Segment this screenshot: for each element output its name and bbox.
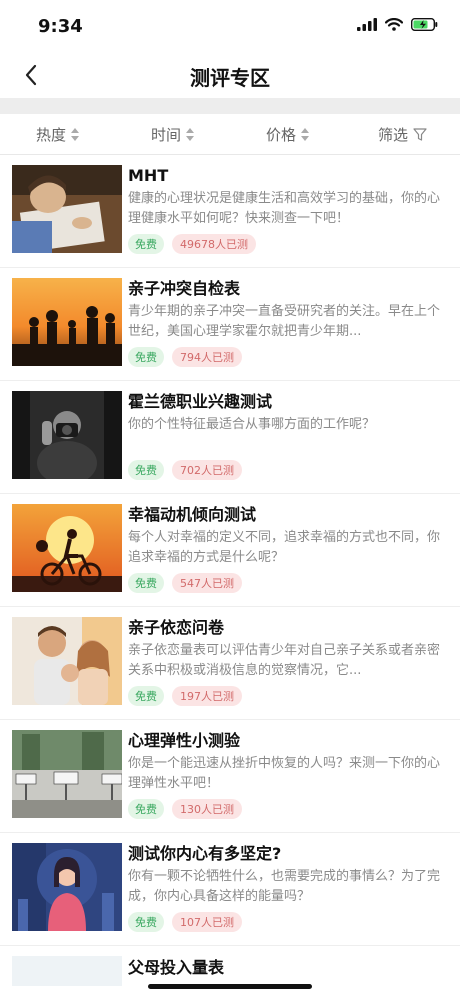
list-item[interactable]: 霍兰德职业兴趣测试 你的个性特征最适合从事哪方面的工作呢？ 免费 702人已测: [0, 381, 460, 494]
woman-illustration: [12, 843, 122, 931]
list-item[interactable]: 父母投入量表: [0, 946, 460, 986]
free-badge: 免费: [128, 460, 164, 480]
item-title: 亲子冲突自检表: [128, 279, 241, 298]
child-writing-photo: [12, 165, 122, 253]
filter-time[interactable]: 时间: [115, 124, 230, 145]
sort-icon: [186, 127, 194, 141]
status-time: 9:34: [38, 16, 83, 37]
list-item[interactable]: 亲子冲突自检表 青少年期的亲子冲突一直备受研究者的关注。早在上个世纪，美国心理学…: [0, 268, 460, 381]
item-title: 父母投入量表: [128, 958, 225, 977]
item-description: 你有一颗不论牺牲什么，也需要完成的事情么？为了完成，你内心具备这样的能量吗？: [128, 869, 441, 904]
filter-label: 价格: [265, 125, 296, 144]
list-item[interactable]: 亲子依恋问卷 亲子依恋量表可以评估青少年对自己亲子关系或者亲密关系中积极或消极信…: [0, 607, 460, 720]
item-title: 心理弹性小测验: [128, 731, 241, 750]
free-badge: 免费: [128, 347, 164, 367]
tested-count-badge: 130人已测: [172, 799, 242, 819]
navigation-bar: 测评专区: [0, 52, 460, 98]
tested-count-badge: 794人已测: [172, 347, 242, 367]
free-badge: 免费: [128, 573, 164, 593]
street-signs-photo: [12, 730, 122, 818]
tested-count-badge: 547人已测: [172, 573, 242, 593]
tested-count-badge: 49678人已测: [172, 234, 256, 254]
sunset-silhouette-photo: [12, 278, 122, 366]
item-description: 你的个性特征最适合从事哪方面的工作呢？: [128, 417, 376, 432]
sort-icon: [301, 127, 309, 141]
thumbnail-image: [12, 956, 122, 986]
list-item[interactable]: 心理弹性小测验 你是一个能迅速从挫折中恢复的人吗？来测一下你的心理弹性水平吧！ …: [0, 720, 460, 833]
filter-popularity[interactable]: 热度: [0, 124, 115, 145]
battery-charging-icon: [411, 18, 438, 31]
item-title: 亲子依恋问卷: [128, 618, 225, 637]
assessment-list: MHT 健康的心理状况是健康生活和高效学习的基础，你的心理健康水平如何呢？快来测…: [0, 155, 460, 986]
filter-label: 热度: [35, 125, 66, 144]
tested-count-badge: 702人已测: [172, 460, 242, 480]
family-photo: [12, 617, 122, 705]
item-description: 亲子依恋量表可以评估青少年对自己亲子关系或者亲密关系中积极或消极信息的觉察情况，…: [128, 643, 441, 678]
sort-icon: [71, 127, 79, 141]
filter-bar: 热度 时间 价格 筛选: [0, 114, 460, 155]
free-badge: 免费: [128, 686, 164, 706]
free-badge: 免费: [128, 234, 164, 254]
filter-label: 筛选: [377, 125, 408, 144]
tested-count-badge: 107人已测: [172, 912, 242, 932]
free-badge: 免费: [128, 799, 164, 819]
filter-screen[interactable]: 筛选: [345, 124, 460, 145]
item-description: 青少年期的亲子冲突一直备受研究者的关注。早在上个世纪，美国心理学家霍尔就把青少年…: [128, 304, 441, 339]
filter-price[interactable]: 价格: [230, 124, 345, 145]
page-title: 测评专区: [190, 66, 270, 90]
item-description: 你是一个能迅速从挫折中恢复的人吗？来测一下你的心理弹性水平吧！: [128, 756, 441, 791]
cycling-sunset-photo: [12, 504, 122, 592]
free-badge: 免费: [128, 912, 164, 932]
funnel-icon: [413, 127, 427, 141]
item-title: 测试你内心有多坚定?: [128, 844, 282, 863]
tested-count-badge: 197人已测: [172, 686, 242, 706]
item-description: 健康的心理状况是健康生活和高效学习的基础，你的心理健康水平如何呢？快来测查一下吧…: [128, 191, 441, 226]
section-divider: [0, 98, 460, 114]
item-title: MHT: [128, 166, 169, 185]
filter-label: 时间: [150, 125, 181, 144]
list-item[interactable]: 幸福动机倾向测试 每个人对幸福的定义不同，追求幸福的方式也不同，你追求幸福的方式…: [0, 494, 460, 607]
signal-icon: [357, 18, 377, 31]
home-indicator: [148, 984, 312, 989]
photographer-photo: [12, 391, 122, 479]
status-icons: [357, 18, 438, 31]
item-title: 幸福动机倾向测试: [128, 505, 257, 524]
item-description: 每个人对幸福的定义不同，追求幸福的方式也不同，你追求幸福的方式是什么呢？: [128, 530, 441, 565]
list-item[interactable]: 测试你内心有多坚定? 你有一颗不论牺牲什么，也需要完成的事情么？为了完成，你内心…: [0, 833, 460, 946]
status-bar: 9:34: [0, 0, 460, 52]
item-title: 霍兰德职业兴趣测试: [128, 392, 273, 411]
list-item[interactable]: MHT 健康的心理状况是健康生活和高效学习的基础，你的心理健康水平如何呢？快来测…: [0, 155, 460, 268]
wifi-icon: [385, 18, 403, 31]
